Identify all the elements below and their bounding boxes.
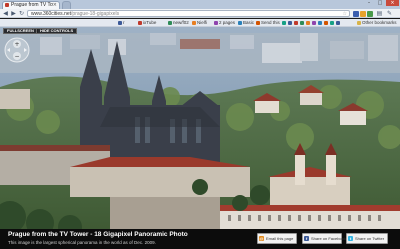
url-host: www.360cities.net	[31, 11, 72, 17]
zoom-control[interactable]: + −	[4, 37, 30, 63]
extension-icon[interactable]	[353, 11, 359, 17]
tab-close-icon[interactable]: ×	[53, 2, 57, 9]
bookmark-label: r	[123, 20, 125, 25]
twitter-share-button[interactable]: t Share on Twitter	[346, 233, 388, 244]
bookmark-favicon-icon	[238, 20, 242, 25]
extension-icon[interactable]	[367, 11, 373, 17]
bookmark-favicon-icon[interactable]	[324, 21, 328, 25]
facebook-share-label: Share on Facebook	[311, 236, 346, 241]
facebook-icon: f	[304, 236, 309, 241]
bookmark-item[interactable]: Basic	[238, 19, 254, 27]
bookmark-favicon-icon[interactable]	[336, 21, 340, 25]
page-menu-icon[interactable]: ▤	[376, 10, 383, 17]
bookmark-item[interactable]: r	[118, 19, 125, 27]
fullscreen-button[interactable]: FULLSCREEN	[3, 28, 38, 34]
twitter-icon: t	[348, 236, 353, 241]
bookmark-item[interactable]: 2 pages	[214, 19, 235, 27]
bookmark-label: Send this	[261, 20, 280, 25]
bookmark-favicon-icon	[256, 20, 260, 25]
panorama-viewer[interactable]: FULLSCREEN HIDE CONTROLS + −	[0, 27, 400, 229]
site-favicon-icon	[5, 3, 9, 7]
tab-title: Prague from TV Tower - World...	[11, 2, 53, 8]
bookmark-star-icon[interactable]: ☆	[343, 11, 347, 17]
bookmark-item[interactable]: Send this	[256, 19, 280, 27]
address-url: www.360cities.net/prague-18-gigapixels	[31, 11, 119, 17]
bookmark-label: ixTube	[143, 20, 157, 25]
email-share-label: Email this page	[266, 236, 294, 241]
bookmark-favicon-icon[interactable]	[330, 21, 334, 25]
bookmark-favicon-icon	[192, 20, 196, 25]
browser-toolbar: ◀ ▶ ↻ www.360cities.net/prague-18-gigapi…	[0, 9, 400, 18]
bookmark-favicon-icon[interactable]	[294, 21, 298, 25]
email-share-button[interactable]: @ Email this page	[257, 233, 297, 244]
url-path: /prague-18-gigapixels	[71, 11, 120, 17]
bookmark-favicon-icon[interactable]	[300, 21, 304, 25]
extension-icon[interactable]	[360, 11, 366, 17]
bookmark-label: 2 pages	[219, 20, 236, 25]
bookmark-favicon-icon	[118, 20, 122, 25]
new-tab-button[interactable]	[62, 1, 71, 9]
bookmark-favicon-icon	[214, 20, 218, 25]
window-close-button[interactable]: ×	[386, 0, 399, 6]
email-icon: @	[259, 236, 264, 241]
zoom-out-icon: −	[14, 53, 19, 60]
bookmark-favicon-icon[interactable]	[312, 21, 316, 25]
bookmark-item[interactable]: ixTube	[138, 19, 156, 27]
bookmarks-bar: r ixTube new/f02 Nielfi 2 pages Basic Se…	[0, 19, 400, 27]
bookmark-label: Nielfi	[197, 20, 208, 25]
hide-controls-button[interactable]: HIDE CONTROLS	[36, 28, 78, 34]
bookmark-item[interactable]: Nielfi	[192, 19, 207, 27]
bookmark-favicon-icon[interactable]	[318, 21, 322, 25]
browser-tab-active[interactable]: Prague from TV Tower - World... ×	[2, 1, 60, 9]
other-bookmarks-folder[interactable]: Other bookmarks	[357, 19, 397, 27]
caption-bar: Prague from the TV Tower - 18 Gigapixel …	[0, 229, 400, 249]
bookmark-label: Basic	[243, 20, 255, 25]
facebook-share-button[interactable]: f Share on Facebook	[302, 233, 346, 244]
bookmark-favicon-icon[interactable]	[282, 21, 286, 25]
bookmark-label: new/f02	[173, 20, 189, 25]
twitter-share-label: Share on Twitter	[355, 236, 385, 241]
window-minimize-button[interactable]: –	[364, 0, 374, 6]
reload-button[interactable]: ↻	[18, 10, 25, 17]
bookmark-favicon-icon	[138, 20, 142, 25]
forward-button[interactable]: ▶	[10, 10, 17, 17]
bookmark-favicon-icon	[168, 20, 172, 25]
address-bar[interactable]: www.360cities.net/prague-18-gigapixels ☆	[27, 10, 350, 17]
window-maximize-button[interactable]: □	[375, 0, 385, 6]
folder-icon	[357, 20, 361, 25]
zoom-in-icon: +	[14, 41, 19, 48]
panorama-title: Prague from the TV Tower - 18 Gigapixel …	[8, 231, 188, 238]
bookmark-favicon-icon[interactable]	[288, 21, 292, 25]
bookmark-item[interactable]: new/f02	[168, 19, 189, 27]
bookmark-label: Other bookmarks	[362, 20, 397, 25]
panorama-image[interactable]	[0, 27, 400, 229]
panorama-subtitle: This image is the largest spherical pano…	[8, 240, 156, 245]
wrench-menu-icon[interactable]: ✎	[386, 10, 393, 17]
back-button[interactable]: ◀	[2, 10, 9, 17]
bookmark-favicon-icon[interactable]	[306, 21, 310, 25]
browser-tab-bar: Prague from TV Tower - World... × – □ ×	[0, 0, 400, 9]
